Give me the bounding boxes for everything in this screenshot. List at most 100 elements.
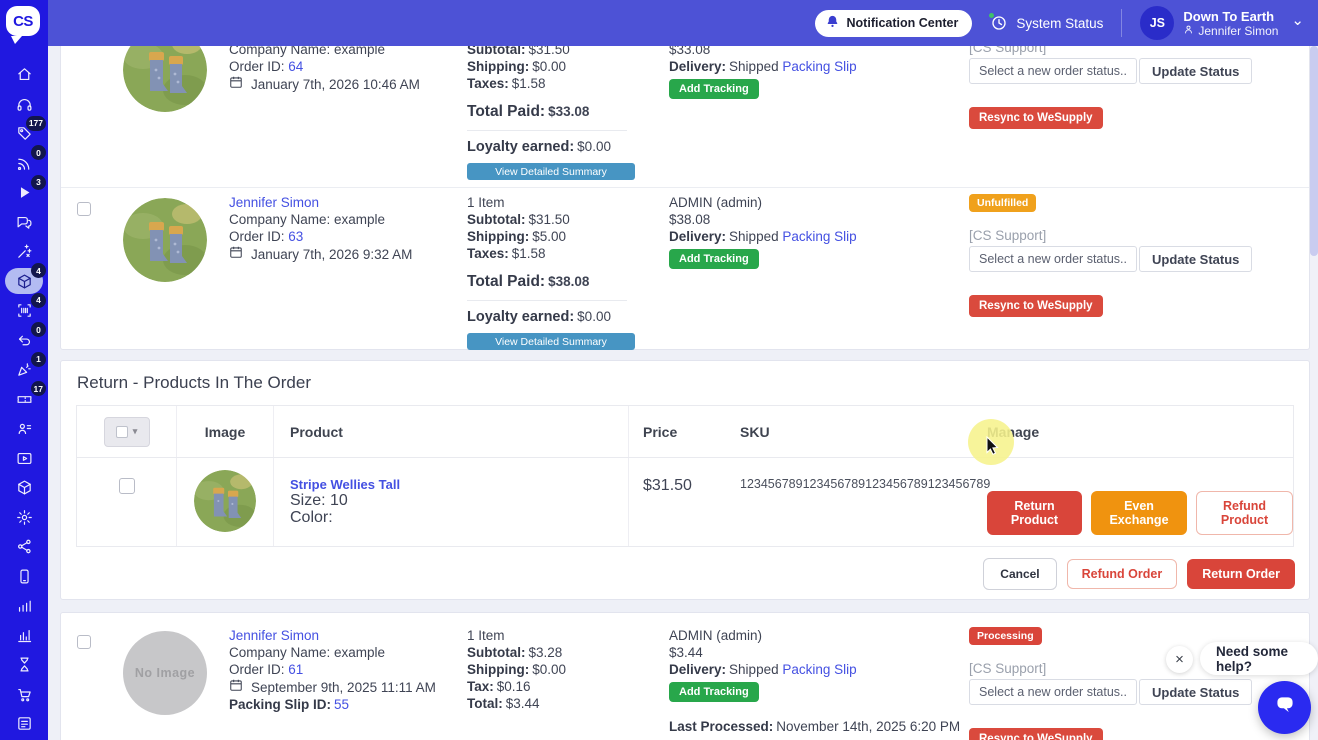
sidebar-item-package[interactable]: 4 xyxy=(0,267,48,297)
sidebar-item-chat-bubbles[interactable] xyxy=(0,208,48,238)
packing-slip-link[interactable]: Packing Slip xyxy=(782,229,856,244)
scrollbar-thumb[interactable] xyxy=(1310,46,1318,256)
even-exchange-button[interactable]: Even Exchange xyxy=(1091,491,1187,535)
sidebar-item-play[interactable]: 3 xyxy=(0,178,48,208)
status-badge-unfulfilled: Unfulfilled xyxy=(969,194,1036,212)
packing-slip-link[interactable]: Packing Slip xyxy=(782,59,856,74)
sidebar-item-magic-wand[interactable] xyxy=(0,237,48,267)
sidebar-item-barcode-scan[interactable]: 4 xyxy=(0,296,48,326)
chat-launcher-button[interactable] xyxy=(1258,681,1311,734)
sidebar-item-shopping-cart[interactable] xyxy=(0,680,48,710)
update-status-button[interactable]: Update Status xyxy=(1139,679,1252,705)
system-status-button[interactable]: System Status xyxy=(990,14,1103,32)
resync-wesupply-button[interactable]: Resync to WeSupply xyxy=(969,728,1103,740)
avatar: JS xyxy=(1140,6,1174,40)
refund-product-button[interactable]: Refund Product xyxy=(1196,491,1293,535)
sidebar-item-video-player[interactable] xyxy=(0,444,48,474)
return-footer-actions: Cancel Refund Order Return Order xyxy=(61,547,1309,601)
view-detailed-summary-button[interactable]: View Detailed Summary xyxy=(467,333,635,350)
update-status-button[interactable]: Update Status xyxy=(1139,246,1252,272)
totals-divider xyxy=(467,130,627,131)
tax-value: $1.58 xyxy=(512,76,546,91)
chat-close-button[interactable]: × xyxy=(1166,646,1193,673)
order-checkbox[interactable] xyxy=(77,202,91,216)
column-header-manage: Manage xyxy=(967,406,1293,457)
sidebar-item-mobile-phone[interactable] xyxy=(0,562,48,592)
subtotal-value: $3.28 xyxy=(529,645,563,660)
chat-bubble-icon xyxy=(1272,692,1298,723)
order-amount: $38.08 xyxy=(669,211,969,228)
order-amount: $3.44 xyxy=(669,644,969,661)
company-name: Company Name: example xyxy=(229,46,467,58)
order-id-link[interactable]: 63 xyxy=(288,229,303,244)
add-tracking-button[interactable]: Add Tracking xyxy=(669,682,759,702)
add-tracking-button[interactable]: Add Tracking xyxy=(669,79,759,99)
sidebar-item-ticket[interactable]: 17 xyxy=(0,385,48,415)
order-id-label: Order ID: xyxy=(229,229,285,244)
loyalty-value: $0.00 xyxy=(577,309,611,324)
packing-slip-link[interactable]: Packing Slip xyxy=(782,662,856,677)
select-all-dropdown-button[interactable]: ▾ xyxy=(104,417,150,447)
badge-count: 177 xyxy=(26,116,46,131)
product-checkbox[interactable] xyxy=(119,478,135,494)
order-date: January 7th, 2026 9:32 AM xyxy=(251,246,412,263)
order-id-label: Order ID: xyxy=(229,662,285,677)
select-all-checkbox[interactable] xyxy=(116,426,128,438)
chat-help-bubble[interactable]: Need some help? xyxy=(1200,642,1318,675)
status-badge-processing: Processing xyxy=(969,627,1042,645)
refund-order-button[interactable]: Refund Order xyxy=(1067,559,1178,589)
caret-down-icon: ▾ xyxy=(133,426,138,437)
items-count: 1 Item xyxy=(467,627,669,644)
customer-name-link[interactable]: Jennifer Simon xyxy=(229,195,319,210)
shipping-value: $5.00 xyxy=(532,229,566,244)
order-status-select[interactable]: Select a new order status.. xyxy=(969,679,1137,705)
product-name-link[interactable]: Stripe Wellies Tall xyxy=(290,477,400,492)
packing-slip-id-link[interactable]: 55 xyxy=(334,697,349,712)
vertical-scrollbar[interactable] xyxy=(1310,46,1318,740)
sidebar-item-headset[interactable] xyxy=(0,90,48,120)
product-photo-wellies xyxy=(123,198,207,282)
company-name: Company Name: example xyxy=(229,211,467,228)
sidebar-item-hourglass[interactable] xyxy=(0,650,48,680)
sidebar-item-broadcast[interactable]: 0 xyxy=(0,149,48,179)
sidebar-item-bar-chart[interactable] xyxy=(0,591,48,621)
sidebar-item-form-list[interactable] xyxy=(0,709,48,739)
sidebar-items: 17703440117 xyxy=(0,60,48,739)
order-id-link[interactable]: 64 xyxy=(288,59,303,74)
clock-icon xyxy=(990,14,1008,32)
sidebar-item-return-arrow[interactable]: 0 xyxy=(0,326,48,356)
notification-center-label: Notification Center xyxy=(847,16,959,30)
sidebar-item-contacts[interactable] xyxy=(0,414,48,444)
table-header-row: ▾ Image Product Price SKU Manage xyxy=(77,406,1293,458)
sidebar-item-tag[interactable]: 177 xyxy=(0,119,48,149)
shipping-value: $0.00 xyxy=(532,59,566,74)
update-status-button[interactable]: Update Status xyxy=(1139,58,1252,84)
return-order-button[interactable]: Return Order xyxy=(1187,559,1295,589)
chevron-down-icon[interactable]: ⌄ xyxy=(1291,11,1304,29)
sidebar-item-share-nodes[interactable] xyxy=(0,532,48,562)
customer-name-link[interactable]: Jennifer Simon xyxy=(229,628,319,643)
return-products-card: Return - Products In The Order ▾ Image P… xyxy=(60,360,1310,600)
user-menu[interactable]: JS Down To Earth Jennifer Simon ⌄ xyxy=(1140,6,1304,40)
resync-wesupply-button[interactable]: Resync to WeSupply xyxy=(969,107,1103,129)
return-arrow-icon xyxy=(16,332,33,349)
sidebar-item-party-popper[interactable]: 1 xyxy=(0,355,48,385)
sidebar-item-box[interactable] xyxy=(0,473,48,503)
add-tracking-button[interactable]: Add Tracking xyxy=(669,249,759,269)
notification-center-button[interactable]: Notification Center xyxy=(815,10,973,37)
order-status-select[interactable]: Select a new order status.. xyxy=(969,246,1137,272)
cancel-button[interactable]: Cancel xyxy=(983,558,1056,590)
resync-wesupply-button[interactable]: Resync to WeSupply xyxy=(969,295,1103,317)
app-logo[interactable]: CS xyxy=(6,6,42,42)
sidebar-item-analytics-chart[interactable] xyxy=(0,621,48,651)
badge-count: 3 xyxy=(31,175,46,190)
orders-card: Company Name: example Order ID: 64 Janua… xyxy=(60,46,1310,350)
sidebar-item-settings-gear[interactable] xyxy=(0,503,48,533)
sidebar-item-home[interactable] xyxy=(0,60,48,90)
order-checkbox[interactable] xyxy=(77,635,91,649)
order-id-link[interactable]: 61 xyxy=(288,662,303,677)
view-detailed-summary-button[interactable]: View Detailed Summary xyxy=(467,163,635,180)
order-status-select[interactable]: Select a new order status.. xyxy=(969,58,1137,84)
badge-count: 0 xyxy=(31,322,46,337)
return-product-button[interactable]: Return Product xyxy=(987,491,1082,535)
